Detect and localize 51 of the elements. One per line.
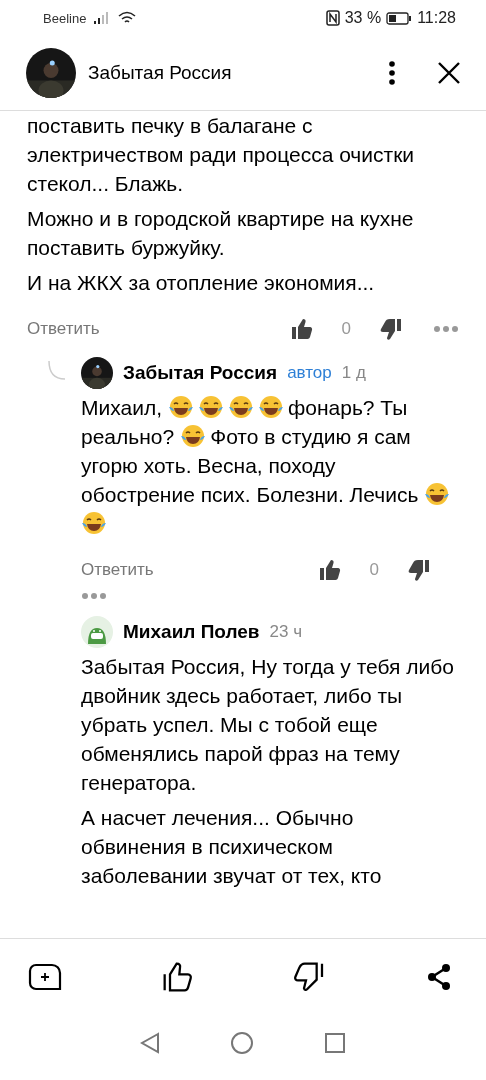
comment-text: И на ЖКХ за отопление экономия... [27,270,376,296]
like-count: 0 [369,560,379,580]
comment-text: угорю хоть. Весна, походу [81,454,336,477]
comment-text: фонарь? Ты [288,396,408,419]
menu-icon[interactable] [388,61,396,85]
comment-text: поставить печку в балагане с электричеством ради процесса очистки стекол... Блажь. [27,113,416,197]
comment-text: А насчет лечения... Обычно обвинения в психическом заболевании звучат от тех, кто [81,805,383,889]
comment-text: реально? [81,425,175,448]
comment-text: Фото в студию я сам [210,425,411,448]
laughing-face-icon [258,395,284,419]
comment-time: 23 ч [269,622,303,642]
battery-percent: 33 % [344,9,382,27]
thumbs-up-icon[interactable] [289,317,314,341]
comment-text: Можно и в городской квартире на кухне поставить буржуйку. [27,206,415,261]
thumbs-up-icon[interactable] [162,961,194,993]
laughing-face-icon [81,511,107,535]
laughing-face-icon [168,395,194,419]
author-name: Забытая Россия [123,362,278,384]
like-count: 0 [341,319,351,339]
close-icon[interactable] [438,62,460,84]
author-label: автор [287,363,332,383]
thumbs-down-icon[interactable] [407,558,431,582]
comment-text: Михаил, [81,396,162,419]
battery-icon [386,11,413,25]
comment-text: Забытая Россия, Ну тогда у тебя либо двойник здесь работает, либо ты убрать успел. Мы с тобой еще обменялись парой фраз на тему генератора. [81,654,455,796]
home-icon[interactable] [230,1030,254,1055]
more-icon[interactable] [433,325,459,333]
back-icon[interactable] [140,1031,160,1054]
recents-icon[interactable] [324,1031,346,1054]
comment-time: 1 д [341,363,366,383]
clock: 11:28 [417,9,456,27]
reply-link[interactable]: Ответить [81,560,318,580]
share-icon[interactable] [426,963,452,991]
more-icon[interactable] [81,592,107,600]
thumbs-up-icon[interactable] [317,558,342,582]
channel-title: Забытая Россия [88,62,233,84]
nfc-icon [325,10,340,26]
thumbs-down-icon[interactable] [379,317,403,341]
signal-icon [94,12,111,24]
avatar-icon [81,616,113,648]
thumbs-down-icon[interactable] [294,961,326,993]
wifi-icon [118,11,137,25]
laughing-face-icon [180,424,207,448]
carrier-name: Beeline [43,10,87,26]
add-comment-icon[interactable] [28,963,62,991]
reply-link[interactable]: Ответить [27,319,290,339]
laughing-face-icon [198,395,224,419]
laughing-face-icon [228,395,254,419]
comment-text: обострение псих. Болезни. Лечись [81,483,419,506]
author-name: Михаил Полев [123,621,260,643]
laughing-face-icon [424,482,451,506]
